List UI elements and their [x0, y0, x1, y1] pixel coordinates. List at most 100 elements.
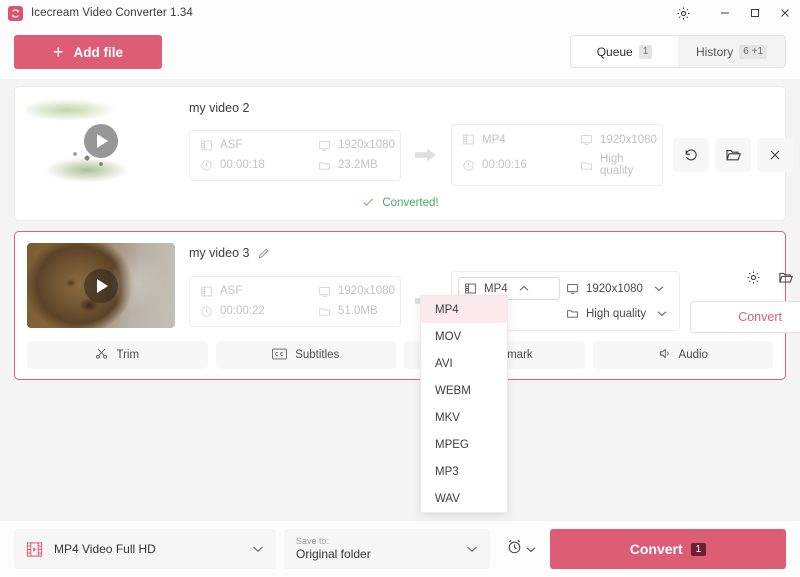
format-option-wav[interactable]: WAV: [421, 485, 507, 512]
trim-button[interactable]: Trim: [27, 341, 208, 369]
quality-select[interactable]: High quality: [560, 302, 673, 325]
save-to-select[interactable]: Save to: Original folder: [284, 529, 490, 569]
app-title: Icecream Video Converter 1.34: [31, 7, 193, 19]
conversion-row: ASF 1920x1080 00:00:18 23.2MB MP4 1920x1…: [189, 124, 793, 186]
maximize-icon[interactable]: [740, 0, 770, 26]
undo-icon[interactable]: [673, 138, 709, 172]
cheetah-thumbnail[interactable]: [27, 98, 175, 183]
format-option-webm[interactable]: WEBM: [421, 377, 507, 404]
queue-item-info: my video 2 ASF 1920x1080 00:00:18 23.2MB…: [175, 98, 793, 186]
format-option-mov[interactable]: MOV: [421, 323, 507, 350]
save-to-label: Save to:: [296, 536, 330, 546]
tab-history-label: History: [695, 44, 734, 59]
queue-list: my video 2 ASF 1920x1080 00:00:18 23.2MB…: [0, 86, 800, 390]
convert-all-label: Convert: [629, 541, 683, 557]
top-bar: + Add file Queue 1 History 6 +1: [0, 26, 800, 79]
app-window: Icecream Video Converter 1.34 + Add file…: [0, 0, 800, 577]
add-file-label: Add file: [73, 44, 124, 60]
chevron-down-icon: [466, 540, 478, 558]
bottom-bar: MP4 Video Full HD Save to: Original fold…: [0, 520, 800, 577]
pencil-icon[interactable]: [257, 247, 270, 260]
source-size: 51.0MB: [318, 305, 395, 318]
tab-history[interactable]: History 6 +1: [678, 36, 785, 67]
source-format: ASF: [200, 139, 318, 152]
target-format: MP4: [462, 133, 580, 146]
minimize-icon[interactable]: [710, 0, 740, 26]
format-option-mkv[interactable]: MKV: [421, 404, 507, 431]
target-quality: High quality: [580, 153, 657, 177]
subtitles-button[interactable]: Subtitles: [215, 341, 396, 369]
source-info-box: ASF 1920x1080 00:00:18 23.2MB: [189, 129, 401, 181]
play-icon[interactable]: [84, 123, 118, 158]
chevron-up-icon: [519, 283, 529, 295]
queue-item-icon-row: [740, 265, 800, 289]
target-duration: 00:00:16: [462, 153, 580, 177]
arrow-right-icon: [415, 147, 437, 163]
trim-label: Trim: [116, 349, 140, 361]
schedule-button[interactable]: [506, 538, 536, 560]
format-dropdown-menu: MP4 MOV AVI WEBM MKV MPEG MP3 WAV: [420, 295, 508, 513]
source-resolution: 1920x1080: [318, 285, 395, 298]
source-duration: 00:00:18: [200, 159, 318, 172]
folder-open-icon[interactable]: [772, 265, 798, 289]
queue-item-body: my video 2 ASF 1920x1080 00:00:18 23.2MB…: [15, 87, 793, 186]
format-option-mpeg[interactable]: MPEG: [421, 431, 507, 458]
close-icon[interactable]: [757, 138, 793, 172]
tab-queue-label: Queue: [596, 44, 633, 59]
source-format: ASF: [200, 285, 318, 298]
status-label: Converted!: [382, 197, 439, 209]
scissors-icon: [95, 347, 108, 363]
plus-icon: +: [52, 42, 64, 62]
play-icon[interactable]: [84, 268, 118, 303]
chevron-down-icon: [252, 540, 264, 558]
convert-all-button[interactable]: Convert 1: [550, 529, 786, 569]
status-badge: Converted!: [15, 186, 785, 220]
audio-label: Audio: [678, 349, 708, 361]
video-name-row: my video 3: [189, 243, 800, 263]
save-to-value: Original folder: [296, 547, 371, 561]
cc-icon: [272, 348, 288, 363]
add-file-button[interactable]: + Add file: [14, 35, 162, 69]
queue-history-tabs: Queue 1 History 6 +1: [570, 35, 786, 68]
film-icon: [26, 541, 43, 558]
queue-item-actions: Convert: [680, 269, 800, 333]
source-info-box: ASF 1920x1080 00:00:22 51.0MB: [189, 275, 401, 327]
output-preset-value: MP4 Video Full HD: [54, 542, 156, 556]
edit-tools-row: Trim Subtitles Watermark: [15, 333, 785, 379]
tab-queue-badge: 1: [638, 44, 653, 59]
queue-item-my-video-2: my video 2 ASF 1920x1080 00:00:18 23.2MB…: [14, 86, 793, 221]
convert-all-badge: 1: [690, 542, 707, 556]
audio-icon: [658, 347, 671, 363]
queue-item-my-video-3: my video 3 ASF 1920x1080 00:00:22 51.0MB…: [14, 231, 800, 380]
source-resolution: 1920x1080: [318, 139, 395, 152]
format-option-mp4[interactable]: MP4: [421, 296, 507, 323]
convert-item-button[interactable]: Convert: [690, 301, 800, 333]
format-option-avi[interactable]: AVI: [421, 350, 507, 377]
quality-select-value: High quality: [586, 307, 647, 320]
gear-icon[interactable]: [740, 265, 766, 289]
target-info-box: MP4 1920x1080 00:00:16 High quality: [451, 124, 663, 186]
source-duration: 00:00:22: [200, 305, 318, 318]
icecream-logo-icon: [8, 5, 23, 21]
video-name-row: my video 2: [189, 98, 793, 118]
target-resolution: 1920x1080: [580, 133, 657, 146]
video-name: my video 2: [189, 101, 250, 115]
format-option-mp3[interactable]: MP3: [421, 458, 507, 485]
close-icon[interactable]: [770, 0, 800, 26]
tab-history-badge: 6 +1: [739, 44, 768, 59]
tab-queue[interactable]: Queue 1: [571, 36, 678, 67]
title-bar: Icecream Video Converter 1.34: [0, 0, 800, 26]
chevron-down-icon: [526, 540, 536, 558]
chevron-down-icon: [654, 283, 664, 295]
output-preset-select[interactable]: MP4 Video Full HD: [14, 529, 276, 569]
audio-button[interactable]: Audio: [592, 341, 773, 369]
chevron-down-icon: [657, 308, 667, 320]
check-icon: [361, 195, 375, 212]
lion-thumbnail[interactable]: [27, 243, 175, 328]
alarm-clock-icon: [506, 538, 523, 560]
source-size: 23.2MB: [318, 159, 395, 172]
gear-icon[interactable]: [668, 0, 698, 26]
resolution-select[interactable]: 1920x1080: [560, 277, 673, 300]
format-select-value: MP4: [484, 282, 508, 295]
folder-open-icon[interactable]: [715, 138, 751, 172]
